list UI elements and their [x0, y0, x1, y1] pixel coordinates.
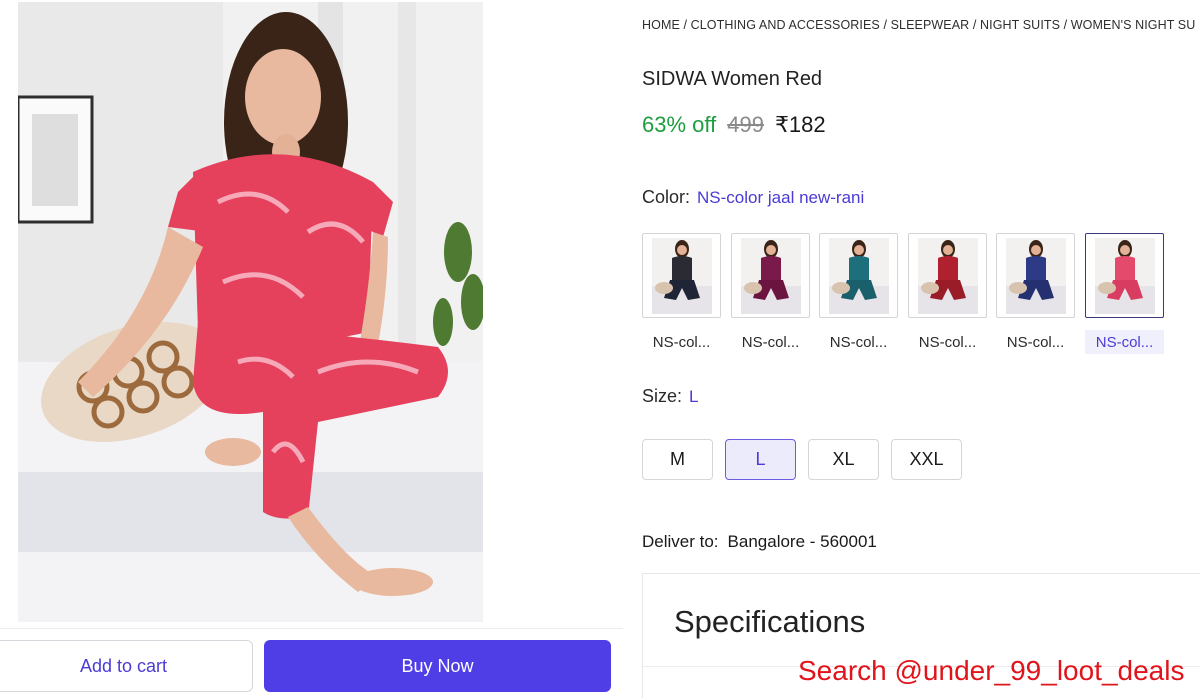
color-swatch-label[interactable]: NS-col...	[1085, 330, 1164, 354]
color-swatch-label[interactable]: NS-col...	[731, 330, 810, 354]
color-swatch[interactable]: NS-col...	[819, 233, 898, 354]
selling-price: ₹182	[774, 112, 826, 137]
color-swatch[interactable]: NS-col...	[996, 233, 1075, 354]
size-selector-label: Size: L	[642, 386, 699, 407]
delivery-location[interactable]: Bangalore - 560001	[728, 532, 877, 551]
size-option-l[interactable]: L	[725, 439, 796, 480]
discount-percent: 63% off	[642, 112, 717, 137]
breadcrumb: HOME / CLOTHING AND ACCESSORIES / SLEEPW…	[642, 18, 1200, 32]
delivery-info: Deliver to: Bangalore - 560001	[642, 532, 877, 552]
color-swatch-label[interactable]: NS-col...	[819, 330, 898, 354]
swatch-figure-icon	[1094, 237, 1155, 314]
deliver-to-label: Deliver to:	[642, 532, 719, 551]
color-swatch-label[interactable]: NS-col...	[642, 330, 721, 354]
breadcrumb-home[interactable]: HOME	[642, 18, 680, 32]
color-swatch-thumbnail[interactable]	[1085, 233, 1164, 318]
color-selector-label: Color: NS-color jaal new-rani	[642, 187, 864, 208]
size-option-list: M L XL XXL	[642, 439, 962, 480]
product-photo-illustration	[18, 2, 483, 622]
size-option-xl[interactable]: XL	[808, 439, 879, 480]
color-swatch-list: NS-col... NS-col... NS-col... NS-col... NS-c…	[642, 233, 1200, 354]
watermark-text: Search @under_99_loot_deals	[798, 655, 1185, 686]
color-swatch-label[interactable]: NS-col...	[996, 330, 1075, 354]
color-swatch-thumbnail[interactable]	[642, 233, 721, 318]
action-bar: Add to cart Buy Now	[0, 628, 623, 698]
size-label: Size:	[642, 386, 683, 406]
breadcrumb-separator: /	[879, 18, 891, 32]
breadcrumb-separator: /	[1060, 18, 1071, 32]
swatch-figure-icon	[740, 237, 801, 314]
breadcrumb-sleepwear[interactable]: SLEEPWEAR	[891, 18, 970, 32]
swatch-figure-icon	[1005, 237, 1066, 314]
swatch-figure-icon	[917, 237, 978, 314]
color-swatch-thumbnail[interactable]	[819, 233, 898, 318]
breadcrumb-night-suits[interactable]: NIGHT SUITS	[980, 18, 1060, 32]
color-swatch-thumbnail[interactable]	[731, 233, 810, 318]
swatch-figure-icon	[651, 237, 712, 314]
breadcrumb-separator: /	[679, 18, 691, 32]
color-swatch[interactable]: NS-col...	[731, 233, 810, 354]
selected-size-value: L	[689, 387, 699, 406]
add-to-cart-button[interactable]: Add to cart	[0, 640, 253, 692]
size-option-m[interactable]: M	[642, 439, 713, 480]
color-label: Color:	[642, 187, 691, 207]
color-swatch-thumbnail[interactable]	[996, 233, 1075, 318]
breadcrumb-clothing[interactable]: CLOTHING AND ACCESSORIES	[691, 18, 880, 32]
swatch-figure-icon	[828, 237, 889, 314]
product-image[interactable]	[18, 2, 483, 622]
product-title: SIDWA Women Red	[642, 68, 823, 90]
breadcrumb-separator: /	[969, 18, 981, 32]
original-price: 499	[727, 112, 764, 137]
color-swatch-label[interactable]: NS-col...	[908, 330, 987, 354]
buy-now-button[interactable]: Buy Now	[264, 640, 611, 692]
color-swatch-thumbnail[interactable]	[908, 233, 987, 318]
size-option-xxl[interactable]: XXL	[891, 439, 962, 480]
selected-color-value: NS-color jaal new-rani	[697, 188, 865, 207]
color-swatch[interactable]: NS-col...	[1085, 233, 1164, 354]
price-row: 63% off 499 ₹182	[642, 112, 826, 138]
breadcrumb-womens-night-suits[interactable]: WOMEN'S NIGHT SU	[1071, 18, 1196, 32]
color-swatch[interactable]: NS-col...	[908, 233, 987, 354]
specifications-heading: Specifications	[674, 604, 866, 639]
color-swatch[interactable]: NS-col...	[642, 233, 721, 354]
